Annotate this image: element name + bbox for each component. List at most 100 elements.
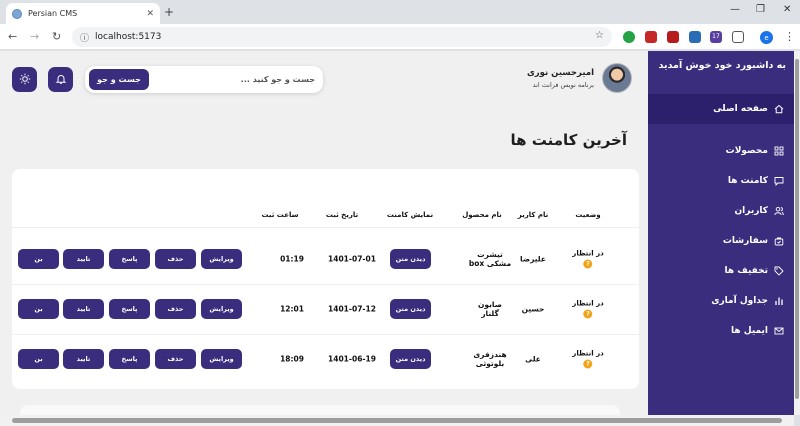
- sidebar-item-label: صفحه اصلی: [713, 104, 768, 114]
- row-divider: [12, 334, 639, 335]
- status-text: در انتظار: [572, 299, 604, 308]
- edit-button[interactable]: ویرایش: [201, 349, 242, 369]
- scroll-thumb[interactable]: [795, 59, 799, 399]
- edit-button[interactable]: ویرایش: [201, 299, 242, 319]
- reply-button[interactable]: پاسخ: [109, 349, 150, 369]
- bookmark-star-icon[interactable]: ☆: [595, 30, 604, 41]
- column-header-user: نام کاربر: [517, 211, 549, 219]
- ban-button[interactable]: بن: [18, 299, 59, 319]
- notifications-button[interactable]: [48, 67, 73, 92]
- bell-icon: [55, 70, 67, 89]
- sidebar-item-discounts[interactable]: تخفیف ها: [648, 256, 794, 286]
- scroll-thumb[interactable]: [12, 418, 782, 423]
- site-info-icon[interactable]: ⓘ: [80, 31, 89, 44]
- browser-menu-icon[interactable]: ⋮: [784, 30, 795, 43]
- date-cell: 1401-07-12: [328, 304, 376, 314]
- view-comment-button[interactable]: دیدن متن: [390, 349, 431, 369]
- ban-button[interactable]: بن: [18, 249, 59, 269]
- bag-icon: [774, 236, 784, 246]
- delete-button[interactable]: حذف: [155, 349, 196, 369]
- browser-tab[interactable]: Persian CMS ✕: [6, 3, 160, 24]
- delete-button[interactable]: حذف: [155, 299, 196, 319]
- new-tab-icon[interactable]: +: [164, 5, 174, 19]
- sidebar-item-emails[interactable]: ایمیل ها: [648, 316, 794, 346]
- edit-button[interactable]: ویرایش: [201, 249, 242, 269]
- column-header-product: نام محصول: [462, 211, 502, 219]
- home-icon: [774, 104, 784, 114]
- user-name-cell: علی: [525, 354, 541, 364]
- status-badge: در انتظار?: [572, 249, 604, 269]
- browser-tabstrip: ⌄ Persian CMS ✕ + — ❐ ✕: [0, 0, 800, 24]
- status-text: در انتظار: [572, 349, 604, 358]
- search-input[interactable]: [155, 69, 315, 90]
- reload-icon[interactable]: ↻: [52, 30, 61, 43]
- sidebar-item-home[interactable]: صفحه اصلی: [648, 94, 794, 124]
- product-cell: صابون گلنار: [478, 300, 502, 318]
- grid-icon: [774, 146, 784, 156]
- sidebar-item-orders[interactable]: سفارشات: [648, 226, 794, 256]
- sidebar-item-label: محصولات: [725, 146, 768, 156]
- sidebar-item-label: کامنت ها: [727, 176, 768, 186]
- back-icon[interactable]: ←: [8, 30, 17, 43]
- date-cell: 1401-07-01: [328, 254, 376, 264]
- sidebar-item-products[interactable]: محصولات: [648, 136, 794, 166]
- time-cell: 01:19: [280, 254, 304, 264]
- close-icon[interactable]: ✕: [146, 9, 154, 19]
- horizontal-scrollbar[interactable]: [0, 415, 794, 426]
- mail-icon: [774, 326, 784, 336]
- delete-button[interactable]: حذف: [155, 249, 196, 269]
- view-comment-button[interactable]: دیدن متن: [390, 249, 431, 269]
- theme-toggle-button[interactable]: [12, 67, 37, 92]
- time-cell: 18:09: [280, 354, 304, 364]
- user-info: امیرحسین نوری برنامه نویس فرانت اند: [527, 68, 594, 89]
- user-name: امیرحسین نوری: [527, 67, 594, 78]
- forward-icon[interactable]: →: [30, 30, 39, 43]
- extension-green-icon[interactable]: [623, 31, 635, 43]
- approve-button[interactable]: تایید: [63, 349, 104, 369]
- status-text: در انتظار: [572, 249, 604, 258]
- approve-button[interactable]: تایید: [63, 299, 104, 319]
- reply-button[interactable]: پاسخ: [109, 299, 150, 319]
- sidebar: به داشبورد خود خوش آمدید صفحه اصلی محصول…: [648, 51, 794, 415]
- reply-button[interactable]: پاسخ: [109, 249, 150, 269]
- column-header-status: وضعیت: [575, 211, 601, 219]
- extension-badge-icon[interactable]: 17: [710, 31, 722, 43]
- pending-icon: ?: [583, 359, 593, 369]
- comments-table-card: وضعیت نام کاربر نام محصول نمایش کامنت تا…: [12, 169, 639, 389]
- extension-pdf-icon[interactable]: [645, 31, 657, 43]
- sidebar-item-comments[interactable]: کامنت ها: [648, 166, 794, 196]
- sidebar-item-label: تخفیف ها: [724, 266, 769, 276]
- window-close-icon[interactable]: ✕: [783, 4, 791, 15]
- avatar[interactable]: [602, 63, 632, 93]
- column-header-date: تاریخ ثبت: [325, 211, 359, 219]
- view-comment-button[interactable]: دیدن متن: [390, 299, 431, 319]
- search-button[interactable]: جست و جو: [89, 69, 149, 90]
- column-header-view: نمایش کامنت: [386, 211, 434, 219]
- vertical-scrollbar[interactable]: [794, 51, 800, 415]
- address-bar[interactable]: ⓘ localhost:5173 ☆: [72, 27, 612, 47]
- minimize-icon[interactable]: —: [730, 4, 740, 15]
- user-name-cell: حسین: [521, 304, 545, 314]
- sun-icon: [19, 70, 31, 89]
- url-text: localhost:5173: [95, 32, 162, 42]
- sidebar-item-label: جداول آماری: [711, 296, 768, 306]
- sidebar-item-label: ایمیل ها: [731, 326, 768, 336]
- sidebar-item-stats[interactable]: جداول آماری: [648, 286, 794, 316]
- profile-avatar[interactable]: e: [760, 31, 773, 44]
- date-cell: 1401-06-19: [328, 354, 376, 364]
- sidebar-title: به داشبورد خود خوش آمدید: [658, 60, 786, 71]
- chat-icon: [774, 176, 784, 186]
- extensions-puzzle-icon[interactable]: [732, 31, 744, 43]
- extension-red-icon[interactable]: [667, 31, 679, 43]
- sidebar-item-users[interactable]: کاربران: [648, 196, 794, 226]
- user-role: برنامه نویس فرانت اند: [532, 80, 594, 89]
- extension-blue-icon[interactable]: [689, 31, 701, 43]
- approve-button[interactable]: تایید: [63, 249, 104, 269]
- restore-icon[interactable]: ❐: [756, 4, 765, 15]
- page-title: آخرین کامنت ها: [510, 131, 627, 149]
- user-name-cell: علیرضا: [520, 254, 546, 264]
- ban-button[interactable]: بن: [18, 349, 59, 369]
- user-profile[interactable]: امیرحسین نوری برنامه نویس فرانت اند: [527, 63, 632, 93]
- product-cell: تیشرت مشکی box: [468, 250, 512, 268]
- bar-chart-icon: [774, 296, 784, 306]
